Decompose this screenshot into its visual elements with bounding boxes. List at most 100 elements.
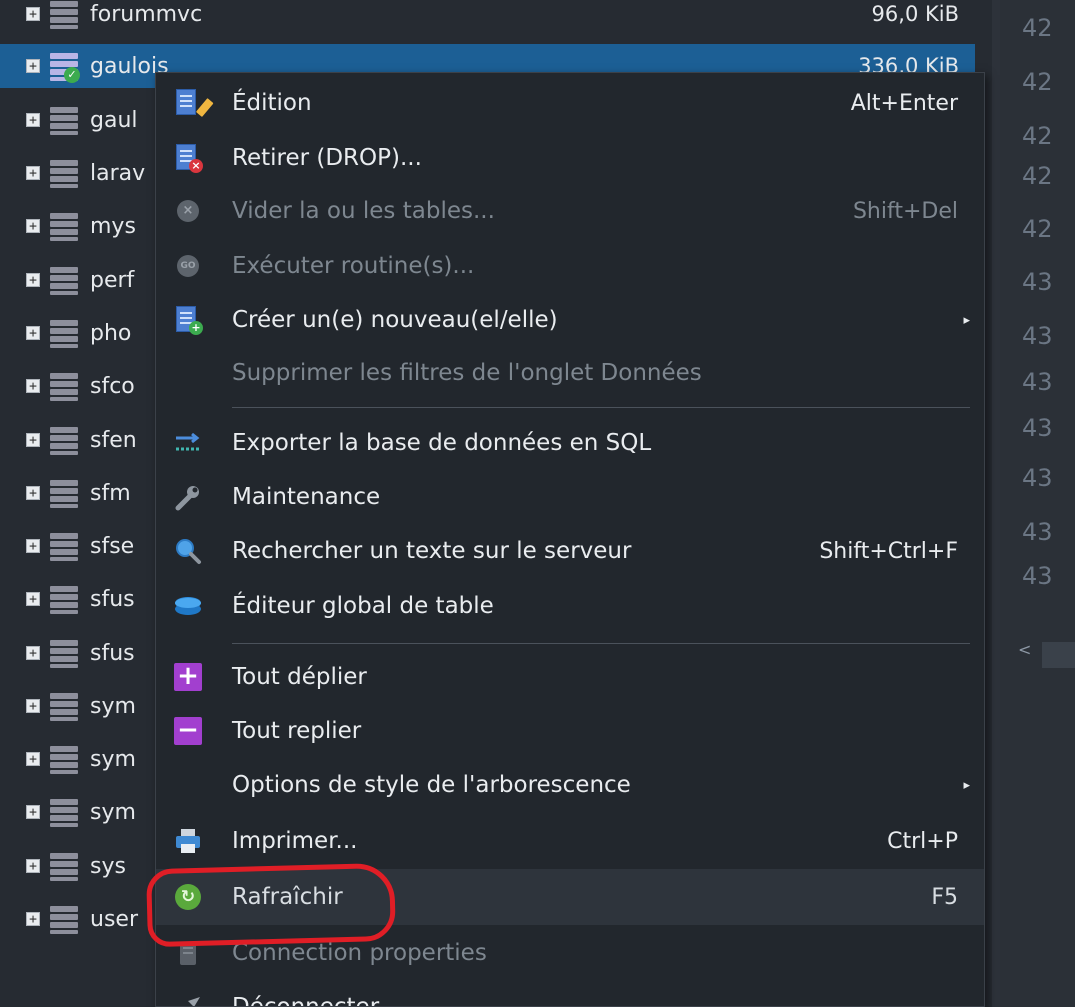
- menu-item-shortcut: F5: [931, 884, 958, 910]
- menu-item-label: Vider la ou les tables...: [232, 198, 495, 224]
- expand-toggle[interactable]: +: [26, 219, 40, 233]
- menu-item-create-new[interactable]: + Créer un(e) nouveau(el/elle) ▸: [156, 292, 984, 348]
- database-name: forummvc: [90, 1, 203, 27]
- expand-toggle[interactable]: +: [26, 7, 40, 21]
- expand-toggle[interactable]: +: [26, 379, 40, 393]
- expand-toggle[interactable]: +: [26, 166, 40, 180]
- database-icon: [50, 744, 78, 774]
- menu-item-run-routines[interactable]: GO Exécuter routine(s)...: [156, 238, 984, 294]
- cell-value: 43: [1022, 464, 1053, 492]
- menu-item-bulk-table-editor[interactable]: Éditeur global de table: [156, 578, 984, 634]
- menu-item-clear-data-filters[interactable]: Supprimer les filtres de l'onglet Donnée…: [156, 345, 984, 401]
- wrench-icon: [174, 483, 202, 511]
- bulk-table-editor-icon: [174, 592, 202, 620]
- menu-separator: [232, 643, 970, 644]
- collapse-all-icon: −: [174, 717, 202, 745]
- expand-toggle[interactable]: +: [26, 752, 40, 766]
- menu-item-tree-style-options[interactable]: Options de style de l'arborescence ▸: [156, 757, 984, 813]
- database-icon: [50, 904, 78, 934]
- cell-value: 42: [1022, 162, 1053, 190]
- cell-value: 42: [1022, 215, 1053, 243]
- cell-value: 43: [1022, 322, 1053, 350]
- menu-item-disconnect[interactable]: Déconnecter: [156, 979, 984, 1007]
- search-icon: [174, 537, 202, 565]
- database-name: sfm: [90, 480, 131, 506]
- database-name: pho: [90, 320, 132, 346]
- printer-icon: [174, 827, 202, 855]
- menu-item-label: Édition: [232, 90, 312, 116]
- menu-item-expand-all[interactable]: + Tout déplier: [156, 649, 984, 705]
- database-name: sfen: [90, 427, 137, 453]
- menu-item-drop[interactable]: × Retirer (DROP)...: [156, 130, 984, 186]
- cell-value: 42: [1022, 68, 1053, 96]
- expand-toggle[interactable]: +: [26, 273, 40, 287]
- menu-item-label: Supprimer les filtres de l'onglet Donnée…: [232, 360, 702, 386]
- expand-toggle[interactable]: +: [26, 486, 40, 500]
- menu-item-shortcut: Shift+Ctrl+F: [819, 538, 958, 564]
- database-name: sym: [90, 746, 136, 772]
- database-size: 96,0 KiB: [871, 2, 959, 26]
- panel-divider[interactable]: [992, 0, 1000, 1007]
- menu-item-label: Exporter la base de données en SQL: [232, 430, 652, 456]
- right-panel: 42 42 42 42 42 43 43 43 43 43 43 43 <: [1000, 0, 1075, 1007]
- expand-all-icon: +: [174, 663, 202, 691]
- check-icon: ✓: [64, 67, 80, 83]
- menu-item-shortcut: Shift+Del: [852, 198, 958, 224]
- database-icon: [50, 318, 78, 348]
- menu-item-label: Options de style de l'arborescence: [232, 772, 631, 798]
- menu-item-label: Maintenance: [232, 484, 381, 510]
- menu-item-label: Créer un(e) nouveau(el/elle): [232, 307, 558, 333]
- database-name: sym: [90, 693, 136, 719]
- expand-toggle[interactable]: +: [26, 539, 40, 553]
- database-icon: [50, 638, 78, 668]
- cell-value: 42: [1022, 122, 1053, 150]
- menu-item-label: Tout replier: [232, 718, 362, 744]
- database-name: sfus: [90, 640, 135, 666]
- scroll-left-icon[interactable]: <: [1018, 640, 1031, 659]
- cell-value: 43: [1022, 562, 1053, 590]
- horizontal-scrollbar-thumb[interactable]: [1042, 642, 1075, 668]
- expand-toggle[interactable]: +: [26, 805, 40, 819]
- menu-item-label: Imprimer...: [232, 828, 358, 854]
- menu-item-maintenance[interactable]: Maintenance: [156, 469, 984, 525]
- menu-separator: [232, 407, 970, 408]
- menu-item-label: Déconnecter: [232, 994, 380, 1007]
- cell-value: 43: [1022, 268, 1053, 296]
- menu-item-edition[interactable]: Édition Alt+Enter: [156, 75, 984, 131]
- database-icon: [50, 265, 78, 295]
- database-icon: [50, 0, 78, 29]
- edit-icon: [174, 89, 214, 117]
- cell-value: 42: [1022, 14, 1053, 42]
- expand-toggle[interactable]: +: [26, 113, 40, 127]
- cell-value: 43: [1022, 368, 1053, 396]
- database-icon: [50, 211, 78, 241]
- cell-value: 43: [1022, 414, 1053, 442]
- database-icon: [50, 691, 78, 721]
- expand-toggle[interactable]: +: [26, 859, 40, 873]
- export-sql-icon: [174, 429, 202, 457]
- menu-item-collapse-all[interactable]: − Tout replier: [156, 703, 984, 759]
- expand-toggle[interactable]: +: [26, 59, 40, 73]
- expand-toggle[interactable]: +: [26, 326, 40, 340]
- menu-item-search-server[interactable]: Rechercher un texte sur le serveur Shift…: [156, 523, 984, 579]
- expand-toggle[interactable]: +: [26, 433, 40, 447]
- create-new-icon: +: [174, 306, 203, 335]
- tree-row-forummvc[interactable]: + forummvc 96,0 KiB: [0, 0, 975, 36]
- expand-toggle[interactable]: +: [26, 592, 40, 606]
- database-name: larav: [90, 160, 146, 186]
- menu-item-print[interactable]: Imprimer... Ctrl+P: [156, 813, 984, 869]
- menu-item-empty-tables[interactable]: × Vider la ou les tables... Shift+Del: [156, 183, 984, 239]
- database-name: sfus: [90, 586, 135, 612]
- empty-tables-icon: ×: [174, 197, 202, 225]
- menu-item-export-sql[interactable]: Exporter la base de données en SQL: [156, 415, 984, 471]
- database-icon: [50, 371, 78, 401]
- annotation-circle: [146, 862, 396, 948]
- database-name: mys: [90, 213, 136, 239]
- expand-toggle[interactable]: +: [26, 699, 40, 713]
- disconnect-icon: [174, 993, 202, 1006]
- database-icon: [50, 105, 78, 135]
- expand-toggle[interactable]: +: [26, 646, 40, 660]
- menu-item-label: Tout déplier: [232, 664, 367, 690]
- database-icon: [50, 797, 78, 827]
- expand-toggle[interactable]: +: [26, 912, 40, 926]
